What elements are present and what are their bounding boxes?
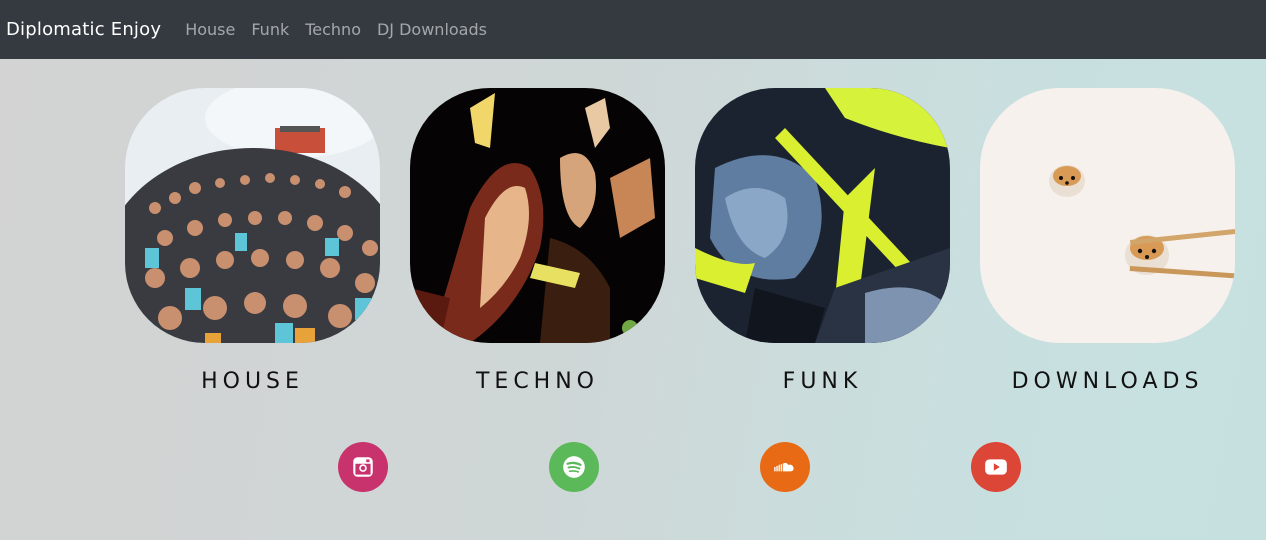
card-label-techno: TECHNO — [475, 369, 600, 394]
card-funk[interactable]: FUNK — [695, 88, 950, 394]
card-label-house: HOUSE — [201, 369, 304, 394]
soundcloud-button[interactable] — [760, 442, 810, 492]
nav-link-funk[interactable]: Funk — [251, 20, 289, 39]
spotify-button[interactable] — [549, 442, 599, 492]
card-techno[interactable]: TECHNO — [410, 88, 665, 394]
youtube-button[interactable] — [971, 442, 1021, 492]
card-house[interactable]: HOUSE — [125, 88, 380, 394]
youtube-icon — [985, 459, 1007, 475]
festival-crowd-image — [125, 88, 380, 343]
nav-link-techno[interactable]: Techno — [305, 20, 361, 39]
nav-link-dj-downloads[interactable]: DJ Downloads — [377, 20, 487, 39]
techno-image[interactable] — [410, 88, 665, 343]
downloads-image[interactable] — [980, 88, 1235, 343]
navbar: Diplomatic Enjoy House Funk Techno DJ Do… — [0, 0, 1266, 59]
instagram-icon — [353, 457, 373, 477]
instagram-button[interactable] — [338, 442, 388, 492]
brand-link[interactable]: Diplomatic Enjoy — [6, 19, 161, 40]
drummer-image — [695, 88, 950, 343]
spotify-icon — [563, 456, 585, 478]
card-label-funk: FUNK — [782, 369, 863, 394]
soundcloud-icon — [774, 462, 794, 472]
nav-link-house[interactable]: House — [185, 20, 235, 39]
funk-image[interactable] — [695, 88, 950, 343]
card-downloads[interactable]: DOWNLOADS — [980, 88, 1235, 394]
dancing-people-image — [410, 88, 665, 343]
shiba-dumplings-image — [980, 88, 1235, 343]
card-label-downloads: DOWNLOADS — [1011, 369, 1204, 394]
house-image[interactable] — [125, 88, 380, 343]
